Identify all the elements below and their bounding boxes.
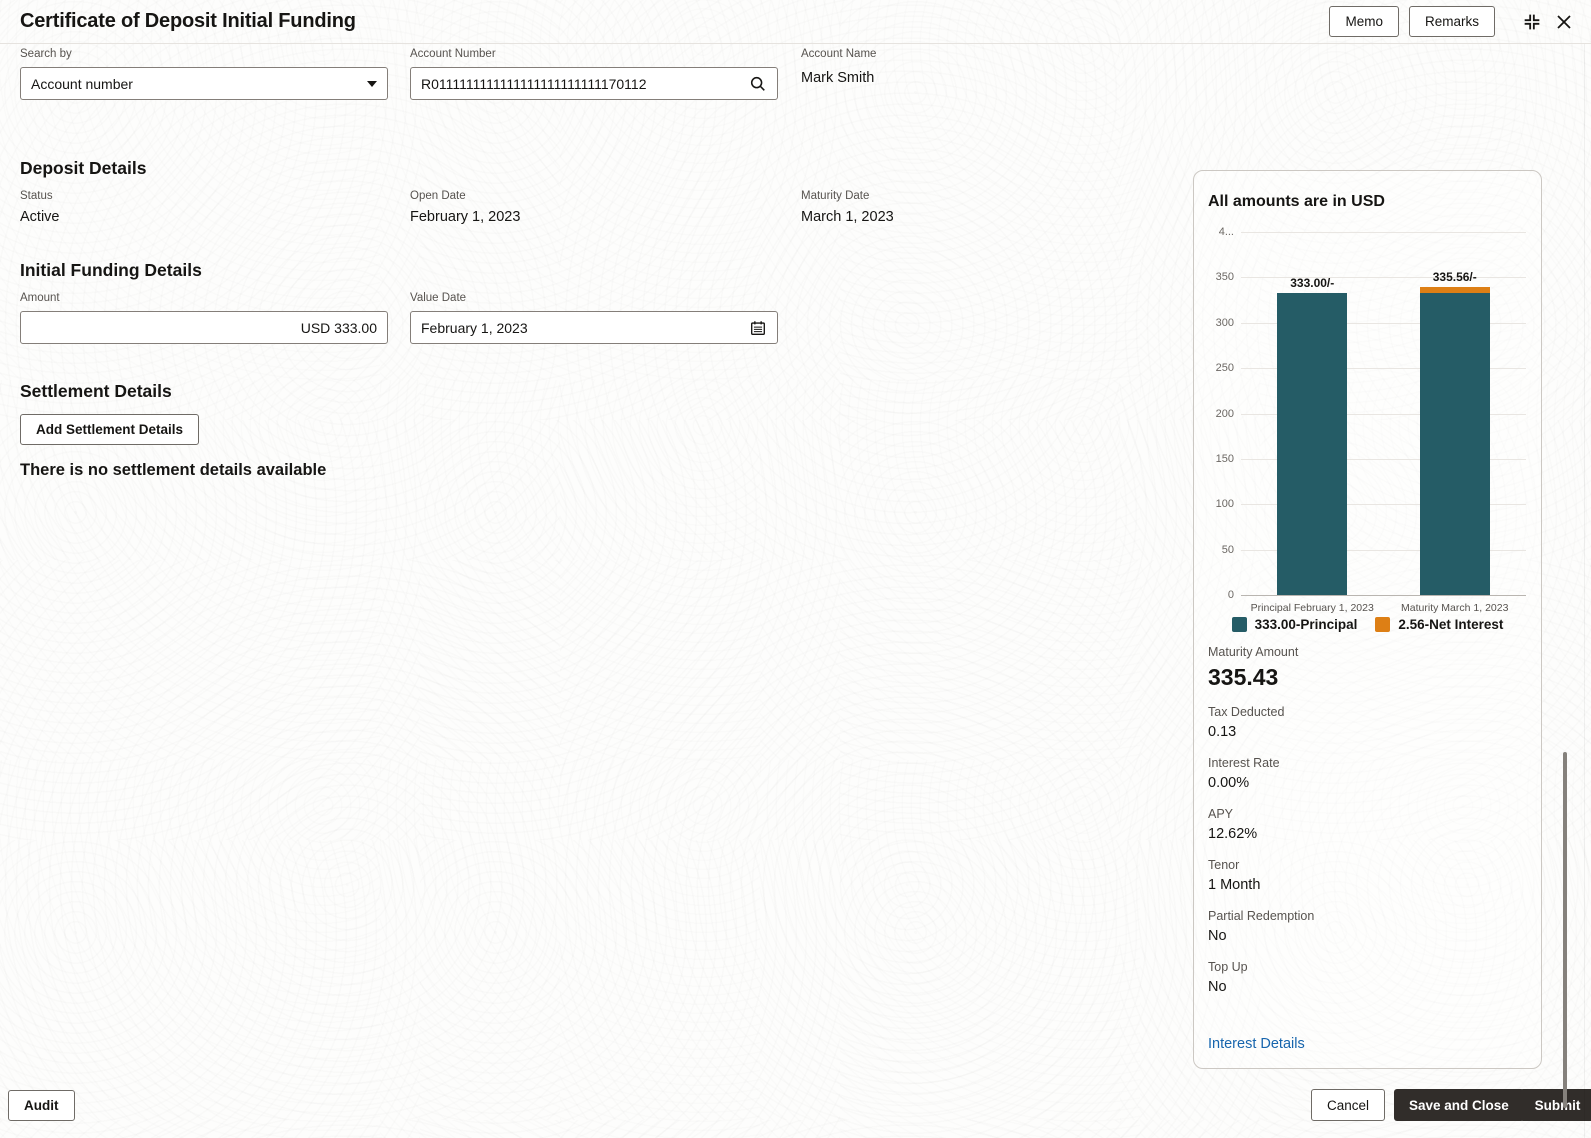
bar-segment [1419,292,1490,595]
collapse-icon[interactable] [1521,11,1543,33]
amount-field: Amount USD 333.00 [20,292,388,344]
summary-detail-row: Partial Redemption No [1208,909,1527,944]
y-tick-label: 350 [1215,271,1234,284]
account-name-label: Account Name [801,48,877,60]
summary-detail-value: 335.43 [1208,664,1279,690]
summary-detail-row: Top Up No [1208,960,1527,995]
settlement-empty-message: There is no settlement details available [20,461,327,479]
header: Certificate of Deposit Initial Funding M… [0,0,1591,44]
legend-label: 2.56-Net Interest [1398,617,1504,632]
cd-initial-funding-screen: Certificate of Deposit Initial Funding M… [0,0,1591,1138]
page-title: Certificate of Deposit Initial Funding [20,10,356,32]
bar-value-label: 335.56/- [1432,269,1477,284]
bar-value-label: 333.00/- [1290,275,1335,290]
search-icon[interactable] [749,75,767,93]
chart-legend: 333.00-Principal 2.56-Net Interest [1194,617,1541,632]
summary-details: Maturity Amount 335.43 Tax Deducted 0.13 Int… [1208,645,1527,1011]
summary-detail-row: APY 12.62% [1208,807,1527,842]
bar-segment [1277,292,1348,595]
chart-gridline [1241,232,1526,233]
y-tick-label: 300 [1215,316,1234,329]
account-number-field: Account Number R011111111111111111111111… [410,48,778,100]
bar-segment [1419,286,1490,293]
value-date-field: Value Date February 1, 2023 [410,292,778,344]
summary-detail-value: 12.62% [1208,826,1258,842]
account-number-value: R0111111111111111111111111170112 [421,75,647,92]
account-name-field: Account Name Mark Smith [801,48,876,86]
chevron-down-icon [367,80,377,87]
account-name-value: Mark Smith [801,70,875,86]
y-tick-label: 4... [1218,226,1234,238]
summary-detail-label: Partial Redemption [1208,909,1315,923]
y-tick-label: 250 [1215,362,1234,375]
summary-detail-label: Top Up [1208,960,1248,974]
status-field: Status Active [20,190,60,225]
summary-detail-value: No [1208,979,1227,995]
scrollbar-track [1584,44,1585,1138]
amount-label: Amount [20,292,60,304]
account-number-input[interactable]: R0111111111111111111111111170112 [410,67,778,100]
summary-detail-label: Maturity Amount [1208,645,1299,659]
summary-detail-value: 1 Month [1208,877,1261,893]
maturity-date-field: Maturity Date March 1, 2023 [801,190,894,225]
maturity-summary-card: All amounts are in USD 0 50 100 150 200 250 30… [1193,170,1542,1069]
close-icon[interactable] [1553,11,1575,33]
status-value: Active [20,209,60,225]
legend-item: 333.00-Principal [1231,617,1358,632]
summary-detail-value: No [1208,928,1227,944]
x-axis-label: Maturity March 1, 2023 [1401,602,1509,614]
add-settlement-details-button[interactable]: Add Settlement Details [20,414,200,445]
open-date-label: Open Date [410,190,466,202]
y-tick-label: 50 [1221,543,1234,556]
deposit-details-heading: Deposit Details [20,158,147,178]
settlement-heading: Settlement Details [20,381,172,401]
header-actions: Memo Remarks [1329,6,1575,37]
y-tick-label: 200 [1215,407,1234,420]
y-tick-label: 150 [1215,452,1234,465]
interest-details-link[interactable]: Interest Details [1208,1036,1305,1052]
open-date-field: Open Date February 1, 2023 [410,190,520,225]
scrollbar-thumb[interactable] [1563,752,1567,1108]
search-by-selected-value: Account number [31,75,133,92]
y-tick-label: 100 [1215,498,1234,511]
legend-label: 333.00-Principal [1254,617,1358,632]
search-by-field: Search by Account number [20,48,388,100]
summary-detail-label: Tenor [1208,858,1240,872]
legend-swatch [1231,617,1247,632]
legend-item: 2.56-Net Interest [1375,617,1503,632]
search-by-select[interactable]: Account number [20,67,388,100]
initial-funding-heading: Initial Funding Details [20,260,202,280]
value-date-value: February 1, 2023 [421,319,528,336]
amount-value: USD 333.00 [300,319,377,336]
remarks-button[interactable]: Remarks [1408,6,1495,37]
maturity-date-value: March 1, 2023 [801,209,894,225]
save-and-close-button[interactable]: Save and Close [1394,1089,1524,1121]
summary-detail-row: Maturity Amount 335.43 [1208,645,1527,691]
open-date-value: February 1, 2023 [410,209,521,225]
account-number-label: Account Number [410,48,496,60]
memo-button[interactable]: Memo [1329,6,1399,37]
value-date-label: Value Date [410,292,467,304]
value-date-input[interactable]: February 1, 2023 [410,311,778,344]
maturity-chart: 0 50 100 150 200 250 300 350 4... 333.00/- Princip… [1194,171,1541,641]
audit-button[interactable]: Audit [8,1090,75,1121]
summary-detail-value: 0.00% [1208,775,1250,791]
summary-detail-row: Tenor 1 Month [1208,858,1527,893]
search-by-label: Search by [20,48,72,60]
summary-detail-row: Interest Rate 0.00% [1208,756,1527,791]
legend-swatch [1375,617,1391,632]
amount-input[interactable]: USD 333.00 [20,311,388,344]
summary-detail-row: Tax Deducted 0.13 [1208,705,1527,740]
summary-detail-label: Tax Deducted [1208,705,1285,719]
maturity-date-label: Maturity Date [801,190,870,202]
summary-detail-label: APY [1208,807,1234,821]
calendar-icon[interactable] [749,319,767,337]
y-tick-label: 0 [1227,589,1234,601]
summary-detail-label: Interest Rate [1208,756,1280,770]
cancel-button[interactable]: Cancel [1311,1089,1386,1121]
chart-gridline [1241,595,1526,596]
submit-button[interactable]: Submit [1520,1089,1591,1121]
summary-detail-value: 0.13 [1208,724,1237,740]
status-label: Status [20,190,53,202]
